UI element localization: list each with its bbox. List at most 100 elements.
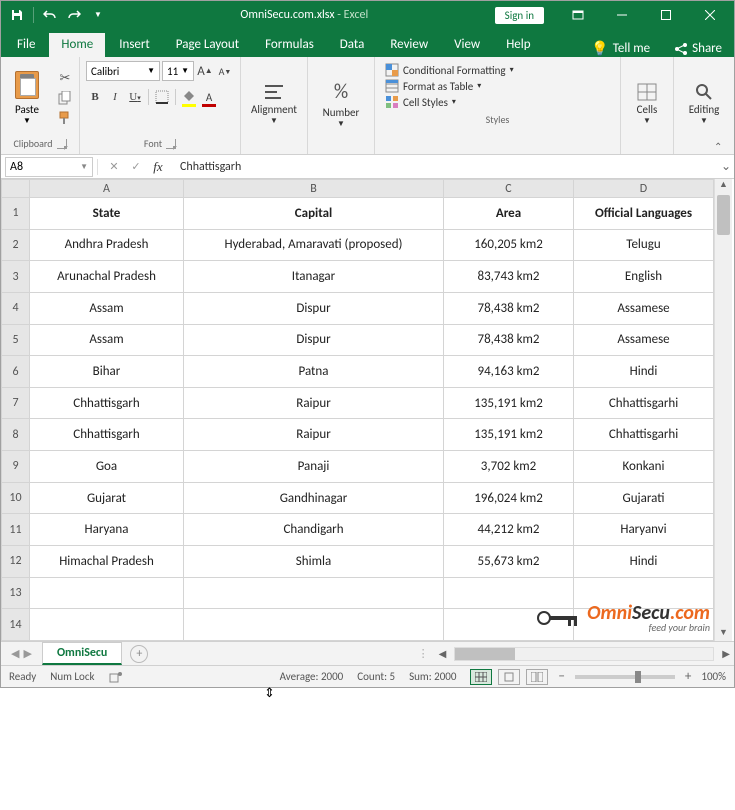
sheet-nav-next[interactable]: ▶ [23, 647, 31, 660]
fill-color-button[interactable] [180, 87, 198, 107]
cell[interactable]: Official Languages [574, 198, 714, 230]
hscroll-left-arrow[interactable]: ◀ [435, 647, 451, 660]
tab-page-layout[interactable]: Page Layout [164, 33, 251, 57]
new-sheet-button[interactable]: + [130, 645, 148, 663]
row-header[interactable]: 5 [2, 324, 30, 356]
row-header[interactable]: 12 [2, 546, 30, 578]
cell[interactable] [30, 609, 184, 641]
cell[interactable]: Panaji [184, 451, 444, 483]
ribbon-display-options-button[interactable] [558, 1, 598, 29]
cell[interactable]: Chhattisgarhi [574, 419, 714, 451]
row-header[interactable]: 2 [2, 229, 30, 261]
cell[interactable]: Goa [30, 451, 184, 483]
font-size-select[interactable]: 11▼ [162, 61, 194, 81]
cell[interactable]: Capital [184, 198, 444, 230]
tab-insert[interactable]: Insert [107, 33, 162, 57]
tab-help[interactable]: Help [494, 33, 542, 57]
cell[interactable]: Patna [184, 356, 444, 388]
zoom-out-button[interactable]: − [554, 669, 568, 684]
page-layout-view-button[interactable] [498, 669, 520, 685]
editing-button[interactable]: Editing▼ [678, 70, 730, 140]
qat-customize-dropdown[interactable]: ▼ [90, 7, 106, 23]
row-header[interactable]: 3 [2, 261, 30, 293]
row-header[interactable]: 7 [2, 387, 30, 419]
cell[interactable]: Arunachal Pradesh [30, 261, 184, 293]
cell[interactable]: Raipur [184, 387, 444, 419]
cell[interactable]: 135,191 km2 [444, 419, 574, 451]
cell[interactable]: Itanagar [184, 261, 444, 293]
macro-record-icon[interactable] [109, 671, 123, 683]
save-button[interactable] [9, 7, 25, 23]
cell[interactable]: Haryanvi [574, 514, 714, 546]
cell[interactable]: Chandigarh [184, 514, 444, 546]
cell[interactable]: 135,191 km2 [444, 387, 574, 419]
underline-button[interactable]: U▾ [126, 87, 144, 107]
cell[interactable]: 94,163 km2 [444, 356, 574, 388]
number-format-button[interactable]: % Number▼ [312, 70, 370, 140]
cell[interactable] [444, 577, 574, 609]
cell[interactable] [30, 577, 184, 609]
minimize-button[interactable] [602, 1, 642, 29]
cell[interactable]: Konkani [574, 451, 714, 483]
alignment-button[interactable]: Alignment▼ [245, 70, 303, 140]
cell[interactable] [574, 577, 714, 609]
col-header[interactable]: B [184, 180, 444, 198]
tab-review[interactable]: Review [378, 33, 440, 57]
font-name-select[interactable]: Calibri▼ [86, 61, 160, 81]
tab-home[interactable]: Home [49, 33, 105, 57]
worksheet-grid[interactable]: A B C D 1StateCapitalAreaOfficial Langua… [1, 179, 734, 641]
name-box[interactable]: A8▼ [5, 157, 93, 177]
tab-formulas[interactable]: Formulas [253, 33, 326, 57]
insert-function-button[interactable]: fx [148, 159, 168, 175]
font-dialog-launcher[interactable] [166, 139, 176, 149]
cells-button[interactable]: Cells▼ [625, 70, 669, 140]
cell[interactable]: 78,438 km2 [444, 324, 574, 356]
cell[interactable]: 3,702 km2 [444, 451, 574, 483]
cell[interactable]: Hindi [574, 546, 714, 578]
cell[interactable]: Gandhinagar [184, 482, 444, 514]
collapse-ribbon-button[interactable]: ⌃ [714, 140, 730, 152]
sheet-tab[interactable]: OmniSecu [42, 642, 122, 665]
row-header[interactable]: 8 [2, 419, 30, 451]
cell[interactable]: Dispur [184, 324, 444, 356]
page-break-view-button[interactable] [526, 669, 548, 685]
row-header[interactable]: 11 [2, 514, 30, 546]
cell[interactable]: Chhattisgarhi [574, 387, 714, 419]
zoom-level[interactable]: 100% [701, 670, 726, 683]
cut-button[interactable]: ✂ [55, 69, 75, 87]
undo-button[interactable] [42, 7, 58, 23]
format-painter-button[interactable] [55, 109, 75, 127]
close-button[interactable] [690, 1, 730, 29]
copy-button[interactable] [55, 89, 75, 107]
cell[interactable]: English [574, 261, 714, 293]
tab-file[interactable]: File [5, 33, 47, 57]
row-header[interactable]: 9 [2, 451, 30, 483]
cell[interactable]: Andhra Pradesh [30, 229, 184, 261]
vertical-scrollbar[interactable]: ▲ ▼ [714, 179, 732, 641]
select-all-corner[interactable] [2, 180, 30, 198]
scroll-down-arrow[interactable]: ▼ [715, 627, 732, 641]
cell[interactable]: Assamese [574, 292, 714, 324]
zoom-slider[interactable] [575, 675, 675, 679]
enter-formula-button[interactable]: ✓ [126, 160, 146, 173]
cell[interactable] [444, 609, 574, 641]
cell[interactable]: Chhattisgarh [30, 419, 184, 451]
cell[interactable]: 55,673 km2 [444, 546, 574, 578]
row-header[interactable]: 4 [2, 292, 30, 324]
tell-me-button[interactable]: Tell me [613, 41, 650, 56]
cell[interactable]: Chhattisgarh [30, 387, 184, 419]
cell[interactable]: Gujarat [30, 482, 184, 514]
signin-button[interactable]: Sign in [495, 7, 544, 24]
cell[interactable]: Assam [30, 292, 184, 324]
cell[interactable]: Hyderabad, Amaravati (proposed) [184, 229, 444, 261]
share-button[interactable]: Share [692, 41, 722, 56]
scroll-up-arrow[interactable]: ▲ [715, 179, 732, 193]
cell[interactable]: Shimla [184, 546, 444, 578]
zoom-slider-thumb[interactable] [635, 671, 641, 683]
col-header[interactable]: A [30, 180, 184, 198]
sheet-nav-prev[interactable]: ◀ [11, 647, 19, 660]
maximize-button[interactable] [646, 1, 686, 29]
cell[interactable]: 78,438 km2 [444, 292, 574, 324]
cell[interactable]: 44,212 km2 [444, 514, 574, 546]
hscroll-right-arrow[interactable]: ▶ [718, 647, 734, 660]
